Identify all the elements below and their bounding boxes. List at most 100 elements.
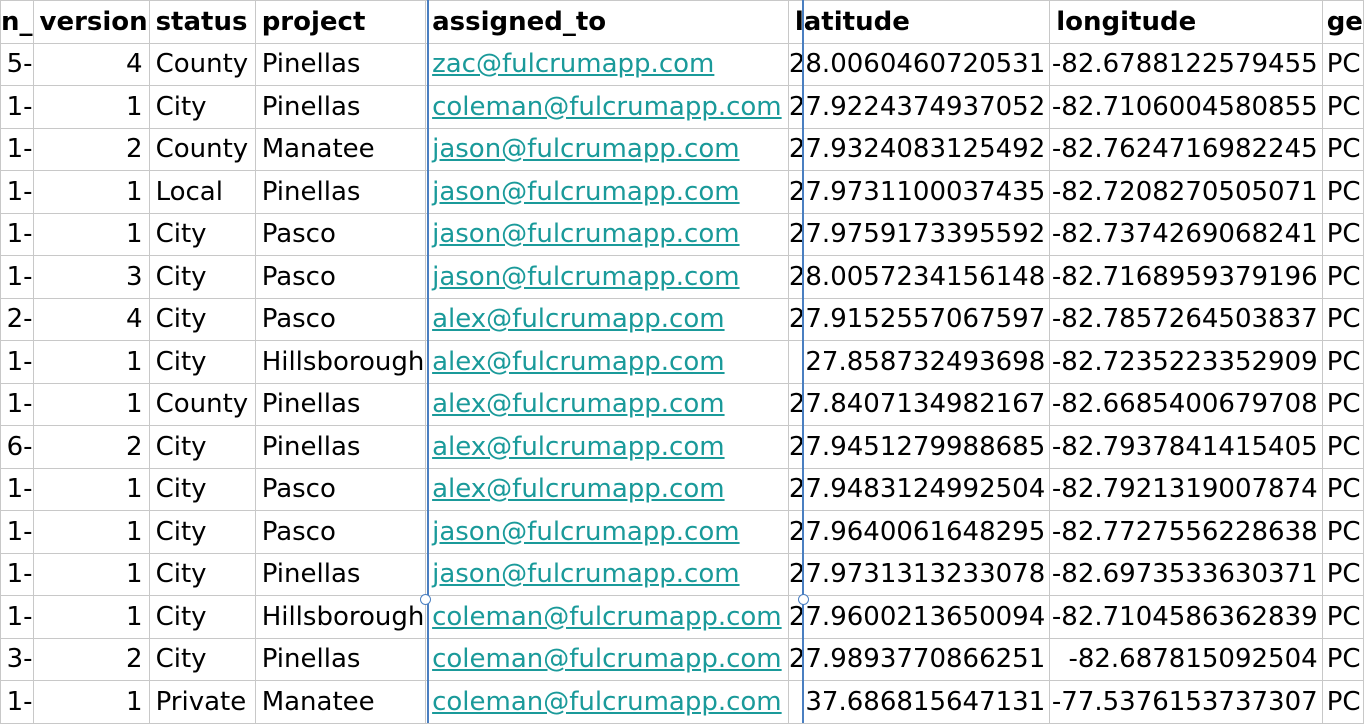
- cell-partial-right[interactable]: PC: [1321, 510, 1364, 554]
- cell-project[interactable]: Pinellas: [254, 637, 427, 681]
- cell-partial-right[interactable]: PC: [1321, 340, 1364, 384]
- cell-longitude[interactable]: -82.7168959379196: [1049, 255, 1323, 299]
- cell-status[interactable]: City: [148, 85, 256, 129]
- cell-status[interactable]: City: [148, 467, 256, 511]
- cell-latitude[interactable]: 27.9224374937052: [787, 85, 1051, 129]
- email-link[interactable]: jason@fulcrumapp.com: [432, 134, 739, 164]
- column-header-longitude[interactable]: longitude: [1049, 0, 1323, 44]
- cell-project[interactable]: Pinellas: [254, 552, 427, 596]
- cell-project[interactable]: Pinellas: [254, 425, 427, 469]
- email-link[interactable]: jason@fulcrumapp.com: [432, 177, 739, 207]
- cell-longitude[interactable]: -82.7857264503837: [1049, 297, 1323, 341]
- cell-version[interactable]: 4: [32, 42, 150, 86]
- cell-version[interactable]: 1: [32, 467, 150, 511]
- cell-version[interactable]: 1: [32, 382, 150, 426]
- column-header-partial-right[interactable]: ge: [1321, 0, 1364, 44]
- cell-longitude[interactable]: -82.7937841415405: [1049, 425, 1323, 469]
- cell-version[interactable]: 1: [32, 340, 150, 384]
- cell-latitude[interactable]: 27.9731100037435: [787, 170, 1051, 214]
- cell-assigned-to[interactable]: jason@fulcrumapp.com: [425, 510, 789, 554]
- cell-latitude[interactable]: 27.9152557067597: [787, 297, 1051, 341]
- cell-status[interactable]: City: [148, 637, 256, 681]
- column-header-project[interactable]: project: [254, 0, 427, 44]
- cell-assigned-to[interactable]: alex@fulcrumapp.com: [425, 382, 789, 426]
- email-link[interactable]: alex@fulcrumapp.com: [432, 347, 724, 377]
- email-link[interactable]: alex@fulcrumapp.com: [432, 389, 724, 419]
- cell-partial-right[interactable]: PC: [1321, 637, 1364, 681]
- cell-version[interactable]: 1: [32, 85, 150, 129]
- cell-partial-left[interactable]: 1-: [0, 595, 34, 639]
- cell-partial-left[interactable]: 1-: [0, 680, 34, 724]
- cell-longitude[interactable]: -82.6788122579455: [1049, 42, 1323, 86]
- cell-partial-right[interactable]: PC: [1321, 467, 1364, 511]
- cell-assigned-to[interactable]: alex@fulcrumapp.com: [425, 467, 789, 511]
- cell-version[interactable]: 2: [32, 637, 150, 681]
- cell-latitude[interactable]: 27.9451279988685: [787, 425, 1051, 469]
- cell-assigned-to[interactable]: jason@fulcrumapp.com: [425, 170, 789, 214]
- cell-status[interactable]: County: [148, 382, 256, 426]
- email-link[interactable]: coleman@fulcrumapp.com: [432, 644, 782, 674]
- cell-partial-right[interactable]: PC: [1321, 297, 1364, 341]
- cell-latitude[interactable]: 27.9600213650094: [787, 595, 1051, 639]
- cell-version[interactable]: 4: [32, 297, 150, 341]
- email-link[interactable]: coleman@fulcrumapp.com: [432, 92, 782, 122]
- cell-status[interactable]: City: [148, 212, 256, 256]
- email-link[interactable]: jason@fulcrumapp.com: [432, 262, 739, 292]
- cell-assigned-to[interactable]: coleman@fulcrumapp.com: [425, 637, 789, 681]
- cell-project[interactable]: Pinellas: [254, 42, 427, 86]
- cell-longitude[interactable]: -82.7235223352909: [1049, 340, 1323, 384]
- cell-project[interactable]: Pinellas: [254, 85, 427, 129]
- cell-assigned-to[interactable]: coleman@fulcrumapp.com: [425, 85, 789, 129]
- cell-version[interactable]: 3: [32, 255, 150, 299]
- cell-longitude[interactable]: -82.7104586362839: [1049, 595, 1323, 639]
- cell-partial-left[interactable]: 1-: [0, 170, 34, 214]
- cell-latitude[interactable]: 27.9893770866251: [787, 637, 1051, 681]
- cell-latitude[interactable]: 27.9640061648295: [787, 510, 1051, 554]
- cell-project[interactable]: Pasco: [254, 255, 427, 299]
- cell-version[interactable]: 2: [32, 127, 150, 171]
- cell-assigned-to[interactable]: alex@fulcrumapp.com: [425, 297, 789, 341]
- cell-assigned-to[interactable]: alex@fulcrumapp.com: [425, 425, 789, 469]
- email-link[interactable]: alex@fulcrumapp.com: [432, 474, 724, 504]
- cell-longitude[interactable]: -82.7374269068241: [1049, 212, 1323, 256]
- cell-partial-left[interactable]: 3-: [0, 637, 34, 681]
- cell-project[interactable]: Pasco: [254, 510, 427, 554]
- cell-partial-left[interactable]: 1-: [0, 467, 34, 511]
- column-header-latitude[interactable]: latitude: [787, 0, 1051, 44]
- cell-project[interactable]: Pinellas: [254, 382, 427, 426]
- cell-status[interactable]: City: [148, 340, 256, 384]
- cell-partial-right[interactable]: PC: [1321, 382, 1364, 426]
- cell-status[interactable]: City: [148, 297, 256, 341]
- cell-partial-left[interactable]: 1-: [0, 382, 34, 426]
- cell-longitude[interactable]: -82.7208270505071: [1049, 170, 1323, 214]
- cell-partial-right[interactable]: PC: [1321, 552, 1364, 596]
- cell-version[interactable]: 1: [32, 595, 150, 639]
- cell-partial-left[interactable]: 6-: [0, 425, 34, 469]
- cell-partial-right[interactable]: PC: [1321, 212, 1364, 256]
- cell-partial-right[interactable]: PC: [1321, 42, 1364, 86]
- email-link[interactable]: jason@fulcrumapp.com: [432, 219, 739, 249]
- email-link[interactable]: zac@fulcrumapp.com: [432, 49, 714, 79]
- column-header-assigned-to[interactable]: assigned_to: [425, 0, 789, 44]
- cell-assigned-to[interactable]: coleman@fulcrumapp.com: [425, 680, 789, 724]
- cell-latitude[interactable]: 37.686815647131: [787, 680, 1051, 724]
- column-header-partial-left[interactable]: n_: [0, 0, 34, 44]
- cell-assigned-to[interactable]: coleman@fulcrumapp.com: [425, 595, 789, 639]
- cell-version[interactable]: 1: [32, 680, 150, 724]
- cell-longitude[interactable]: -82.7921319007874: [1049, 467, 1323, 511]
- email-link[interactable]: jason@fulcrumapp.com: [432, 517, 739, 547]
- email-link[interactable]: alex@fulcrumapp.com: [432, 304, 724, 334]
- cell-project[interactable]: Pinellas: [254, 170, 427, 214]
- cell-project[interactable]: Pasco: [254, 297, 427, 341]
- cell-partial-right[interactable]: PC: [1321, 85, 1364, 129]
- cell-partial-left[interactable]: 1-: [0, 552, 34, 596]
- cell-version[interactable]: 2: [32, 425, 150, 469]
- cell-partial-right[interactable]: PC: [1321, 595, 1364, 639]
- cell-status[interactable]: City: [148, 552, 256, 596]
- cell-version[interactable]: 1: [32, 170, 150, 214]
- email-link[interactable]: coleman@fulcrumapp.com: [432, 687, 782, 717]
- cell-assigned-to[interactable]: jason@fulcrumapp.com: [425, 552, 789, 596]
- cell-partial-right[interactable]: PC: [1321, 425, 1364, 469]
- cell-status[interactable]: City: [148, 595, 256, 639]
- cell-partial-left[interactable]: 1-: [0, 212, 34, 256]
